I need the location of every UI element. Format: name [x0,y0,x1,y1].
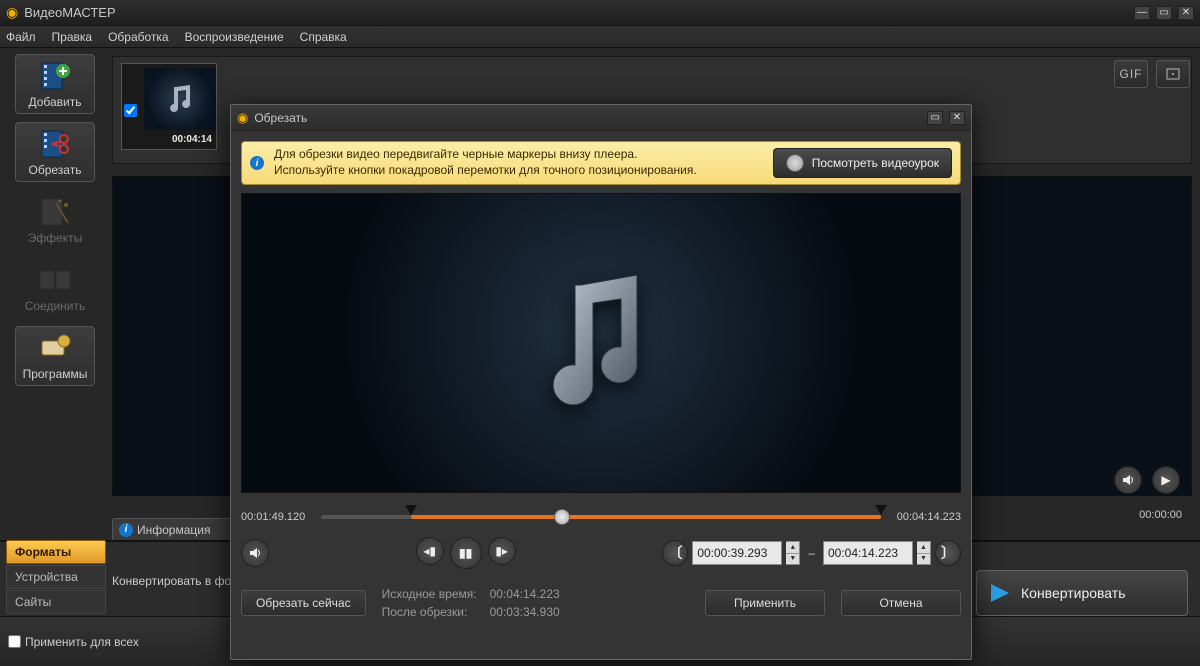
hint-info-icon: i [250,156,264,170]
modal-logo-icon: ◉ [237,110,248,126]
modal-footer: Обрезать сейчас Исходное время:00:04:14.… [241,585,961,621]
timeline-current-time: 00:01:49.120 [241,511,313,523]
hint-text: Для обрезки видео передвигайте черные ма… [274,147,763,178]
app-title: ВидеоМАСТЕР [24,5,115,20]
timeline-total-time: 00:04:14.223 [889,511,961,523]
range-start-spinner[interactable]: ▲▼ [786,541,800,565]
watch-tutorial-button[interactable]: Посмотреть видеоурок [773,148,952,178]
timeline-start-marker[interactable] [405,505,417,515]
hint-bar: i Для обрезки видео передвигайте черные … [241,141,961,185]
modal-preview [241,193,961,493]
trim-meta: Исходное время:00:04:14.223 После обрезк… [382,585,560,621]
cancel-button[interactable]: Отмена [841,590,961,616]
frame-forward-button[interactable]: ▮▸ [488,537,516,565]
set-start-button[interactable]: 〔 [662,540,688,566]
range-end-input[interactable]: 00:04:14.223 [823,541,913,565]
modal-overlay: ◉ Обрезать ▭ ✕ i Для обрезки видео перед… [0,48,1200,666]
modal-close-button[interactable]: ✕ [949,111,965,125]
minimize-button[interactable]: — [1134,6,1150,20]
app-logo-icon: ◉ [6,4,18,21]
range-end-spinner[interactable]: ▲▼ [917,541,931,565]
set-end-button[interactable]: 〕 [935,540,961,566]
range-dash: – [808,546,815,560]
frame-back-button[interactable]: ◂▮ [416,537,444,565]
menu-process[interactable]: Обработка [108,30,169,44]
menu-playback[interactable]: Воспроизведение [185,30,284,44]
modal-minimize-button[interactable]: ▭ [927,111,943,125]
range-start-input[interactable]: 00:00:39.293 [692,541,782,565]
player-controls-row: ◂▮ ▮▮ ▮▸ 〔 00:00:39.293 ▲▼ – 00:04:14.22… [241,537,961,569]
timeline-selected-range [411,515,881,519]
modal-title: Обрезать [254,111,307,125]
volume-icon [248,546,262,560]
timeline-playhead[interactable] [554,509,570,525]
pause-button[interactable]: ▮▮ [450,537,482,569]
apply-button[interactable]: Применить [705,590,825,616]
modal-titlebar: ◉ Обрезать ▭ ✕ [231,105,971,131]
maximize-button[interactable]: ▭ [1156,6,1172,20]
app-titlebar: ◉ ВидеоМАСТЕР — ▭ ✕ [0,0,1200,26]
timeline[interactable] [321,507,881,527]
menu-bar: Файл Правка Обработка Воспроизведение Сп… [0,26,1200,48]
trim-modal: ◉ Обрезать ▭ ✕ i Для обрезки видео перед… [230,104,972,660]
trim-now-button[interactable]: Обрезать сейчас [241,590,366,616]
menu-file[interactable]: Файл [6,30,36,44]
timeline-row: 00:01:49.120 00:04:14.223 [241,507,961,527]
modal-volume-button[interactable] [241,539,269,567]
menu-help[interactable]: Справка [300,30,347,44]
timeline-end-marker[interactable] [875,505,887,515]
menu-edit[interactable]: Правка [52,30,93,44]
music-note-icon [541,267,661,420]
webcam-icon [786,154,804,172]
close-button[interactable]: ✕ [1178,6,1194,20]
